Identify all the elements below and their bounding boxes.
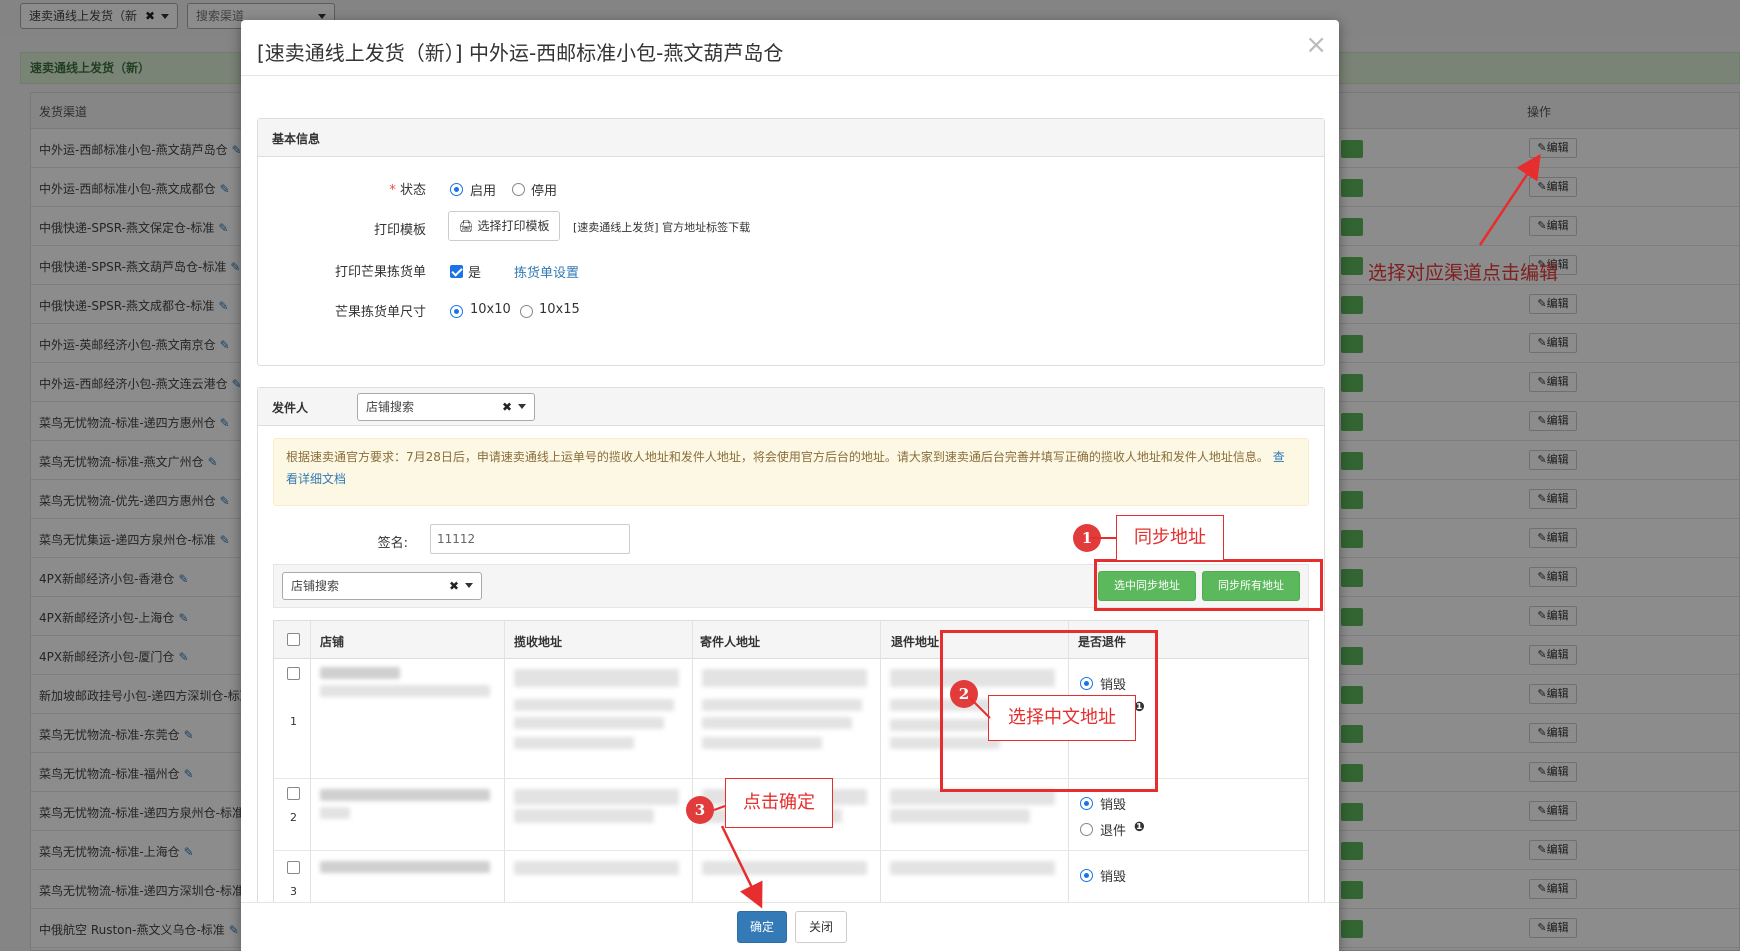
blurred-pickup bbox=[514, 717, 664, 729]
blurred-shop bbox=[320, 807, 350, 819]
destroy-radio[interactable] bbox=[1080, 869, 1093, 882]
row-index: 1 bbox=[290, 715, 297, 728]
select-all-checkbox[interactable] bbox=[287, 633, 300, 646]
blurred-pickup bbox=[514, 789, 679, 805]
col-return-address: 退件地址 bbox=[891, 635, 940, 649]
col-sender-address: 寄件人地址 bbox=[700, 635, 761, 649]
sender-shop-select[interactable]: 店铺搜索 ✖ bbox=[357, 393, 535, 421]
blurred-pickup bbox=[514, 861, 679, 875]
row-checkbox[interactable] bbox=[287, 861, 300, 874]
size-10x10-label: 10x10 bbox=[470, 302, 511, 317]
annotation-return-label: 选择中文地址 bbox=[988, 695, 1136, 741]
row-index: 2 bbox=[290, 811, 297, 824]
close-button[interactable]: 关闭 bbox=[795, 911, 847, 943]
mango-size-label: 芒果拣货单尺寸 bbox=[334, 305, 426, 320]
return-label: 退件 bbox=[1100, 824, 1127, 839]
clear-icon[interactable]: ✖ bbox=[502, 394, 512, 420]
annotation-number-2: 2 bbox=[950, 680, 978, 708]
mango-pick-yes-label: 是 bbox=[468, 266, 482, 281]
modal-footer: 确定 关闭 bbox=[241, 902, 1339, 951]
status-enabled-radio[interactable] bbox=[450, 183, 463, 196]
annotation-number-3: 3 bbox=[686, 796, 714, 824]
mango-pick-checkbox[interactable] bbox=[450, 265, 463, 278]
size-10x15-radio[interactable] bbox=[520, 305, 533, 318]
blurred-shop bbox=[320, 861, 490, 873]
sender-shop-placeholder: 店铺搜索 bbox=[366, 400, 415, 414]
signature-label: 签名: bbox=[377, 536, 408, 551]
table-row: 3 销毁 bbox=[274, 851, 1308, 902]
blurred-shop bbox=[320, 789, 490, 801]
row-checkbox[interactable] bbox=[287, 667, 300, 680]
chevron-down-icon bbox=[518, 404, 526, 409]
destroy-label: 销毁 bbox=[1100, 870, 1127, 885]
print-template-value: [速卖通线上发货] 官方地址标签下载 bbox=[573, 221, 751, 234]
status-disabled-label: 停用 bbox=[531, 184, 558, 199]
basic-info-panel: 基本信息 * 状态 启用 停用 打印模板 🖨 选择打印模板 [速卖通线上发货] … bbox=[257, 118, 1325, 366]
basic-info-title: 基本信息 bbox=[272, 132, 321, 146]
blurred-sender bbox=[702, 861, 867, 875]
blurred-sender bbox=[702, 717, 852, 729]
clear-icon[interactable]: ✖ bbox=[449, 573, 459, 599]
blurred-shop bbox=[320, 667, 400, 679]
col-pickup: 揽收地址 bbox=[514, 635, 563, 649]
blurred-pickup bbox=[514, 737, 634, 749]
annotation-sync-label: 同步地址 bbox=[1116, 515, 1224, 561]
pick-list-settings-link[interactable]: 拣货单设置 bbox=[514, 262, 579, 281]
row-index: 3 bbox=[290, 885, 297, 898]
blurred-return bbox=[890, 809, 1030, 823]
select-print-template-button[interactable]: 🖨 选择打印模板 bbox=[448, 211, 560, 241]
annotation-box-sync bbox=[1094, 559, 1323, 611]
blurred-shop bbox=[320, 685, 490, 697]
address-notice: 根据速卖通官方要求：7月28日后，申请速卖通线上运单号的揽收人地址和发件人地址，… bbox=[273, 438, 1309, 506]
address-notice-text: 根据速卖通官方要求：7月28日后，申请速卖通线上运单号的揽收人地址和发件人地址，… bbox=[286, 450, 1269, 464]
shop-filter-select[interactable]: 店铺搜索 ✖ bbox=[282, 572, 482, 600]
blurred-pickup bbox=[514, 809, 654, 823]
status-label-text: 状态 bbox=[399, 183, 426, 198]
sender-title: 发件人 bbox=[272, 401, 309, 415]
status-enabled-label: 启用 bbox=[470, 184, 497, 199]
return-radio[interactable] bbox=[1080, 823, 1093, 836]
blurred-pickup bbox=[514, 669, 679, 687]
shop-filter-placeholder: 店铺搜索 bbox=[291, 579, 340, 593]
size-10x10-radio[interactable] bbox=[450, 305, 463, 318]
modal-header: [速卖通线上发货（新）] 中外运-西邮标准小包-燕文葫芦岛仓 × bbox=[241, 20, 1339, 76]
mango-pick-label: 打印芒果拣货单 bbox=[334, 265, 426, 280]
signature-input[interactable]: 11112 bbox=[430, 524, 630, 554]
arrow-to-edit bbox=[1478, 153, 1541, 246]
destroy-radio[interactable] bbox=[1080, 797, 1093, 810]
basic-info-header: 基本信息 bbox=[258, 119, 1324, 157]
modal-title: [速卖通线上发货（新）] 中外运-西邮标准小包-燕文葫芦岛仓 bbox=[257, 41, 784, 65]
blurred-pickup bbox=[514, 699, 674, 711]
blurred-return bbox=[890, 861, 1055, 875]
annotation-confirm-label: 点击确定 bbox=[725, 778, 833, 828]
col-shop: 店铺 bbox=[320, 635, 345, 649]
size-10x15-label: 10x15 bbox=[539, 302, 580, 317]
printer-icon: 🖨 bbox=[458, 219, 474, 233]
blurred-sender bbox=[702, 699, 862, 711]
destroy-label: 销毁 bbox=[1100, 798, 1127, 813]
sender-header: 发件人 店铺搜索 ✖ bbox=[258, 388, 1324, 426]
required-mark: * bbox=[389, 183, 396, 198]
row-checkbox[interactable] bbox=[287, 787, 300, 800]
chevron-down-icon bbox=[465, 583, 473, 588]
status-disabled-radio[interactable] bbox=[512, 183, 525, 196]
blurred-sender bbox=[702, 737, 822, 749]
close-icon[interactable]: × bbox=[1305, 32, 1327, 58]
blurred-sender bbox=[702, 669, 867, 687]
info-icon: ❶ bbox=[1134, 820, 1146, 835]
annotation-number-1: 1 bbox=[1073, 524, 1101, 552]
print-template-label: 打印模板 bbox=[373, 223, 426, 238]
select-print-template-label: 选择打印模板 bbox=[477, 219, 550, 233]
confirm-button[interactable]: 确定 bbox=[737, 911, 787, 943]
status-label: * 状态 bbox=[318, 179, 426, 198]
